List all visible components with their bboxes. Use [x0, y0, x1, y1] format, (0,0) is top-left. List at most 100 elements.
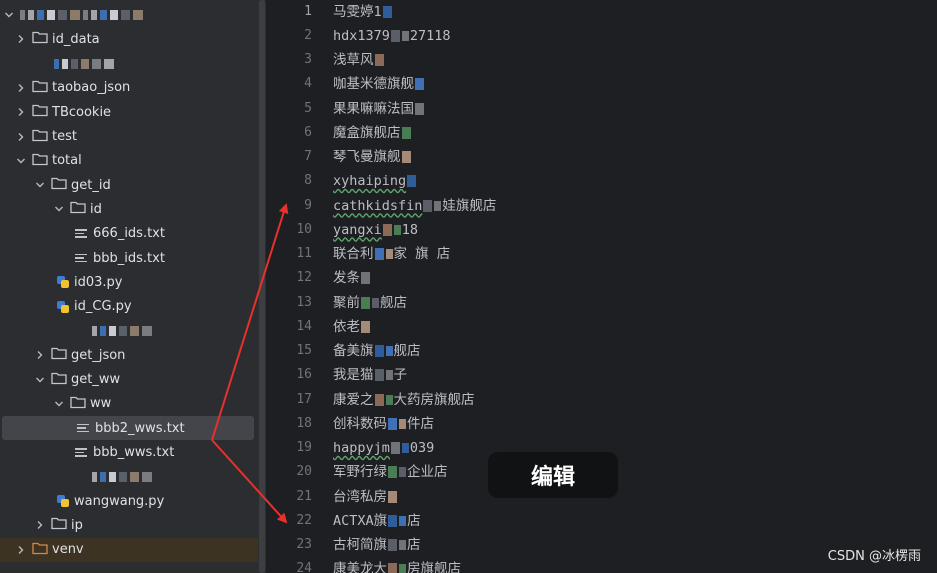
line-number: 22 — [296, 512, 312, 528]
code-line[interactable]: 备美旗 舰店 — [333, 339, 421, 363]
scrollbar-thumb[interactable] — [259, 0, 265, 573]
tree-item-id-cg-py[interactable]: id_CG.py — [0, 295, 258, 319]
line-number: 12 — [296, 270, 312, 286]
line-text-tail: 企业店 — [407, 464, 448, 481]
chevron-right-icon[interactable] — [14, 543, 28, 557]
tree-item-label: get_json — [71, 347, 126, 363]
code-line[interactable]: yangxi 18 — [333, 218, 418, 242]
line-number: 3 — [304, 52, 312, 67]
tree-item-hidden[interactable] — [0, 3, 258, 27]
line-text-tail: 舰店 — [380, 294, 407, 311]
tree-item-ip[interactable]: ip — [0, 513, 258, 537]
code-line[interactable]: 浅草风 — [333, 48, 385, 72]
tree-item-bbb-ids-txt[interactable]: bbb_ids.txt — [0, 246, 258, 270]
tree-item-hidden[interactable] — [0, 52, 258, 76]
code-line[interactable]: 魔盒旗舰店 — [333, 121, 412, 145]
code-line[interactable]: xyhaiping — [333, 169, 417, 193]
chevron-down-icon[interactable] — [52, 202, 66, 216]
code-line[interactable]: ACTXA旗 店 — [333, 509, 421, 533]
code-line[interactable]: cathkidsfin 娃旗舰店 — [333, 194, 496, 218]
tree-item-get-json[interactable]: get_json — [0, 343, 258, 367]
chevron-right-icon[interactable] — [14, 130, 28, 144]
line-text: yangxi — [333, 221, 382, 238]
code-line[interactable]: 军野行绿 企业店 — [333, 460, 448, 484]
chevron-down-icon[interactable] — [33, 178, 47, 192]
chevron-down-icon[interactable] — [2, 8, 16, 22]
line-text: 魔盒旗舰店 — [333, 124, 401, 141]
chevron-down-icon[interactable] — [14, 154, 28, 168]
line-text: 发条 — [333, 270, 360, 287]
project-tree: id_data taobao_json TBcookie test total get_i… — [0, 0, 258, 573]
folder-icon — [28, 30, 52, 48]
chevron-right-icon[interactable] — [33, 518, 47, 532]
line-number: 5 — [304, 100, 312, 116]
tree-item-taobao-json[interactable]: taobao_json — [0, 76, 258, 100]
redaction-mosaic — [401, 443, 409, 453]
tree-item-label: TBcookie — [52, 104, 112, 120]
tree-item-test[interactable]: test — [0, 125, 258, 149]
code-line[interactable]: 联合利 家 旗 店 — [333, 242, 450, 266]
line-number: 4 — [304, 76, 312, 92]
line-text-tail: 大药房旗舰店 — [393, 391, 475, 408]
chevron-right-icon[interactable] — [14, 105, 28, 119]
tree-item-venv[interactable]: venv — [0, 537, 258, 562]
tree-item-get-ww[interactable]: get_ww — [0, 368, 258, 392]
line-text-tail: 家 旗 店 — [393, 246, 451, 262]
chevron-right-icon[interactable] — [14, 32, 28, 46]
tree-item-bbb-wws-txt[interactable]: bbb_wws.txt — [0, 440, 258, 464]
code-line[interactable]: 马雯婷1 — [333, 0, 393, 24]
code-line[interactable]: 琴飞曼旗舰 — [333, 145, 412, 169]
line-number: 17 — [296, 391, 312, 407]
tree-item-id03-py[interactable]: id03.py — [0, 270, 258, 294]
tree-item-hidden[interactable] — [0, 319, 258, 343]
line-text: hdx1379 — [333, 27, 390, 44]
tree-item-ww[interactable]: ww — [0, 392, 258, 416]
code-line[interactable]: happyjm 039 — [333, 436, 434, 460]
code-line[interactable]: 古柯简旗 店 — [333, 533, 421, 557]
code-line[interactable]: 台湾私房 — [333, 485, 398, 509]
tree-item-id[interactable]: id — [0, 197, 258, 221]
code-line[interactable]: 我是猫 子 — [333, 363, 407, 387]
code-line[interactable]: hdx1379 27118 — [333, 24, 451, 48]
tree-item-id-data[interactable]: id_data — [0, 27, 258, 51]
edit-button[interactable]: 编辑 — [488, 452, 618, 498]
redaction-mosaic — [434, 200, 442, 211]
redaction-mosaic — [388, 514, 398, 527]
line-text-tail: 房旗舰店 — [407, 561, 461, 573]
chevron-down-icon[interactable] — [33, 373, 47, 387]
tree-item-label: bbb2_wws.txt — [95, 420, 185, 436]
tree-item-total[interactable]: total — [0, 149, 258, 173]
code-line[interactable]: 咖基米德旗舰 — [333, 72, 425, 96]
tree-item-hidden[interactable] — [0, 465, 258, 489]
tree-item-bbb2-wws-txt[interactable]: bbb2_wws.txt — [2, 416, 254, 441]
code-line[interactable]: 果果嘛嘛法国 — [333, 97, 425, 121]
redaction-mosaic — [399, 418, 406, 429]
tree-item-tbcookie[interactable]: TBcookie — [0, 100, 258, 124]
tree-item-666-ids-txt[interactable]: 666_ids.txt — [0, 222, 258, 246]
folder-icon — [28, 152, 52, 170]
folder-icon — [28, 128, 52, 146]
code-line[interactable]: 聚前 舰店 — [333, 291, 407, 315]
redaction-mosaic — [361, 272, 370, 285]
code-line[interactable]: 康爱之 大药房旗舰店 — [333, 388, 475, 412]
redaction-mosaic — [399, 515, 407, 526]
folder-icon — [47, 516, 71, 534]
code-line[interactable]: 创科数码 件店 — [333, 412, 434, 436]
folder-icon — [47, 346, 71, 364]
line-text-tail: 娃旗舰店 — [442, 197, 497, 214]
line-text: ACTXA旗 — [333, 512, 388, 529]
redaction-mosaic — [388, 490, 397, 503]
tree-item-wangwang-py[interactable]: wangwang.py — [0, 489, 258, 513]
code-line[interactable]: 康美龙大 房旗舰店 — [333, 557, 461, 573]
folder-icon — [47, 371, 71, 389]
code-line[interactable]: 发条 — [333, 266, 371, 290]
tree-item-get-id[interactable]: get_id — [0, 173, 258, 197]
chevron-right-icon[interactable] — [33, 348, 47, 362]
chevron-right-icon[interactable] — [14, 81, 28, 95]
tree-item-label: total — [52, 153, 82, 169]
line-number: 18 — [296, 415, 312, 431]
project-tree-scrollbar[interactable] — [258, 0, 266, 573]
chevron-down-icon[interactable] — [52, 397, 66, 411]
redaction-mosaic — [401, 151, 411, 163]
code-line[interactable]: 依老 — [333, 315, 371, 339]
